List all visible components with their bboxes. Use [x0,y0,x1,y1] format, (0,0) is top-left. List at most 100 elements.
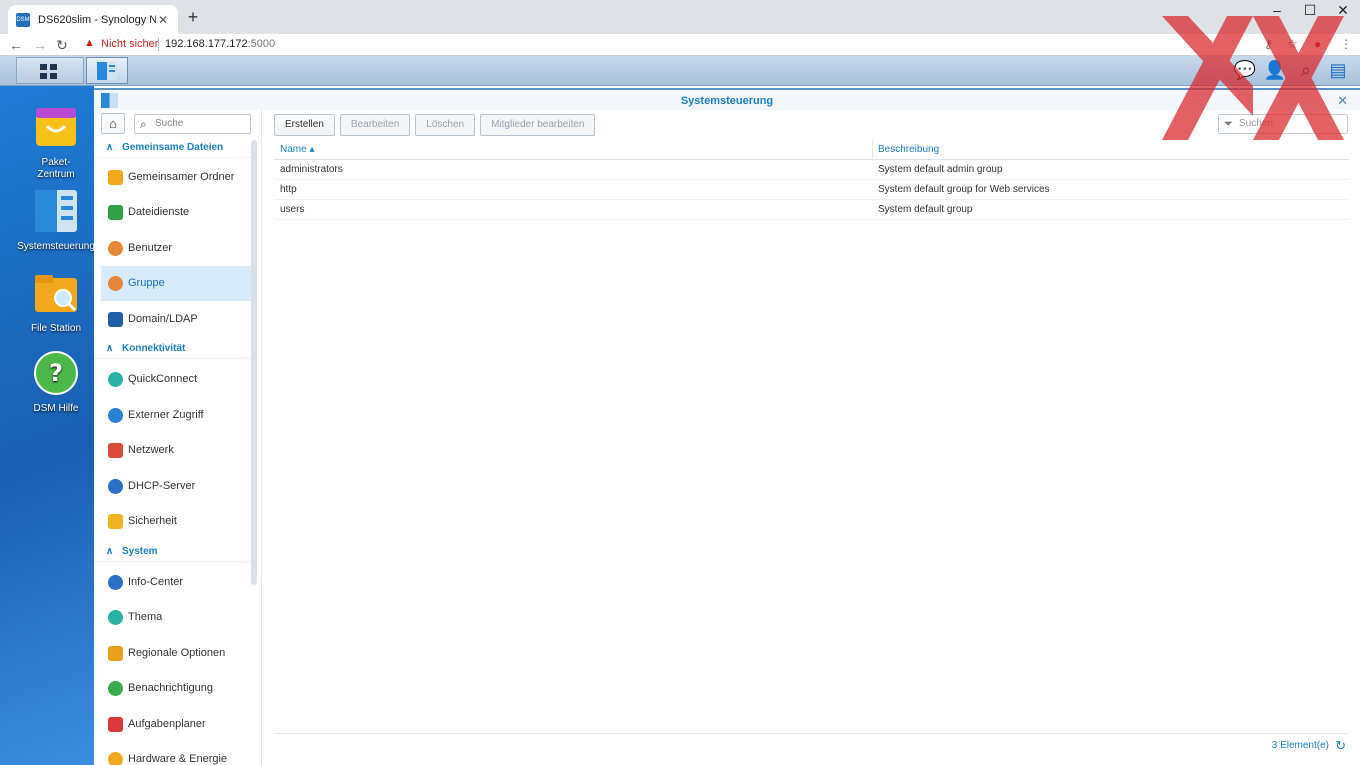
dsm-favicon-icon: DSM [16,12,30,27]
address-separator [158,38,159,51]
grid-search-input[interactable]: ⏷ Suchen [1218,114,1348,134]
main-menu-button[interactable] [16,57,84,84]
window-title: Systemsteuerung [680,95,774,107]
nav-item-label: Dateidienste [128,206,190,218]
nav-item-info-center[interactable]: Info-Center [101,565,251,600]
chevron-up-icon: ∧ [106,142,114,153]
main-panel: Erstellen Bearbeiten Löschen Mitglieder … [262,110,1360,765]
nav-item-label: Gemeinsamer Ordner [128,171,235,183]
item-count: 3 Element(e) [1271,740,1329,751]
nav-item-security[interactable]: Sicherheit [101,504,251,539]
control-panel-icon [35,190,77,232]
section-connectivity[interactable]: ∧ Konnektivität [94,339,251,359]
cell-name: http [280,184,297,195]
cell-name: users [280,204,305,215]
maximize-button[interactable]: ☐ [1295,2,1325,19]
back-icon[interactable]: ← [7,36,25,54]
tab-title: DS620slim - Synology NAS [38,13,156,26]
profile-icon[interactable]: ● [1314,37,1321,51]
nav-item-label: Info-Center [128,576,184,588]
table-row[interactable]: administrators System default admin grou… [274,160,1349,180]
url-port: :5000 [247,38,276,50]
widgets-icon[interactable]: ▤ [1325,60,1351,81]
nav-item-notification[interactable]: Benachrichtigung [101,671,251,706]
left-navigation: ⌂ ⌕ Suche ∧ Gemeinsame Dateien Gemeinsame… [94,110,262,765]
nav-item-label: Gruppe [128,277,165,289]
nav-item-dhcp-server[interactable]: DHCP-Server [101,469,251,504]
status-bar: 3 Element(e) ↻ [274,733,1349,757]
package-center-icon [36,108,76,146]
star-icon[interactable]: ☆ [1287,37,1298,51]
main-menu-icon [40,64,57,79]
home-button[interactable]: ⌂ [101,113,125,134]
column-header-name[interactable]: Name ▴ [280,140,314,160]
key-icon[interactable]: ⚷ [1264,37,1273,51]
nav-item-domain-ldap[interactable]: Domain/LDAP [101,302,251,337]
nav-item-quickconnect[interactable]: QuickConnect [101,362,251,397]
cell-description: System default group for Web services [878,184,1050,195]
nav-item-group[interactable]: Gruppe [101,266,251,301]
dsm-taskbar: 💬 👤 ⌕ ▤ [0,56,1360,86]
browser-menu-icon[interactable]: ⋮ [1340,37,1352,51]
dhcp-icon [108,479,123,494]
cell-name: administrators [280,164,343,175]
globe-icon [108,408,123,423]
not-secure-label[interactable]: Nicht sicher [101,38,158,50]
group-icon [108,276,123,291]
minimize-button[interactable]: – [1262,2,1292,18]
table-header: Name ▴ Beschreibung [274,140,1349,160]
nav-scrollbar[interactable] [251,140,257,585]
forward-icon[interactable]: → [31,36,49,54]
clock-calendar-icon [108,646,123,661]
nav-item-label: QuickConnect [128,373,198,385]
new-tab-button[interactable]: + [184,7,202,28]
taskbar-control-panel[interactable] [86,57,128,84]
filter-icon: ⏷ [1224,118,1233,130]
nav-item-label: Benachrichtigung [128,682,214,694]
nav-item-user[interactable]: Benutzer [101,231,251,266]
table-row[interactable]: users System default group [274,200,1349,220]
chevron-up-icon: ∧ [106,343,114,354]
reload-icon[interactable]: ↻ [53,36,71,54]
nav-item-label: Regionale Optionen [128,647,226,659]
delete-button[interactable]: Löschen [415,114,476,136]
nav-item-theme[interactable]: Thema [101,600,251,635]
chat-bubble-icon [108,681,123,696]
window-title-bar[interactable]: Systemsteuerung ✕ [94,90,1360,110]
nav-item-label: Hardware & Energie [128,753,228,765]
close-icon[interactable]: ✕ [1337,93,1348,109]
edit-button[interactable]: Bearbeiten [339,114,411,136]
window-close-button[interactable]: ✕ [1328,2,1358,19]
nav-item-regional-options[interactable]: Regionale Optionen [101,636,251,671]
quickconnect-icon [108,372,123,387]
section-system[interactable]: ∧ System [94,542,251,562]
nav-item-hardware-power[interactable]: Hardware & Energie [101,742,251,765]
nav-item-file-services[interactable]: Dateidienste [101,195,251,230]
column-header-description[interactable]: Beschreibung [872,140,939,160]
create-button[interactable]: Erstellen [274,114,335,136]
table-row[interactable]: http System default group for Web servic… [274,180,1349,200]
nav-item-label: Benutzer [128,242,173,254]
user-icon[interactable]: 👤 [1262,60,1288,81]
edit-members-button[interactable]: Mitglieder bearbeiten [480,114,596,136]
address-bar: ← → ↻ ▲ Nicht sicher 192.168.177.172:500… [0,34,1360,56]
grid-search-placeholder: Suchen [1239,118,1273,129]
nav-search-input[interactable]: ⌕ Suche [134,114,251,134]
url-field[interactable]: 192.168.177.172:5000 [165,38,275,50]
nav-item-network[interactable]: Netzwerk [101,433,251,468]
notifications-icon[interactable]: 💬 [1232,60,1258,81]
shield-icon [108,514,123,529]
tab-close-icon[interactable]: ✕ [156,13,170,27]
nav-item-label: Aufgabenplaner [128,718,206,730]
chevron-up-icon: ∧ [106,546,114,557]
nav-item-task-scheduler[interactable]: Aufgabenplaner [101,707,251,742]
search-icon[interactable]: ⌕ [1293,60,1319,81]
shared-folder-icon [108,170,123,185]
refresh-icon[interactable]: ↻ [1335,738,1346,754]
nav-item-shared-folder[interactable]: Gemeinsamer Ordner [101,160,251,195]
nav-item-label: Thema [128,611,163,623]
section-shared-files[interactable]: ∧ Gemeinsame Dateien [94,138,251,158]
browser-tab[interactable]: DSM DS620slim - Synology NAS ✕ [8,5,178,34]
nav-item-external-access[interactable]: Externer Zugriff [101,398,251,433]
help-icon: ? [34,351,78,395]
